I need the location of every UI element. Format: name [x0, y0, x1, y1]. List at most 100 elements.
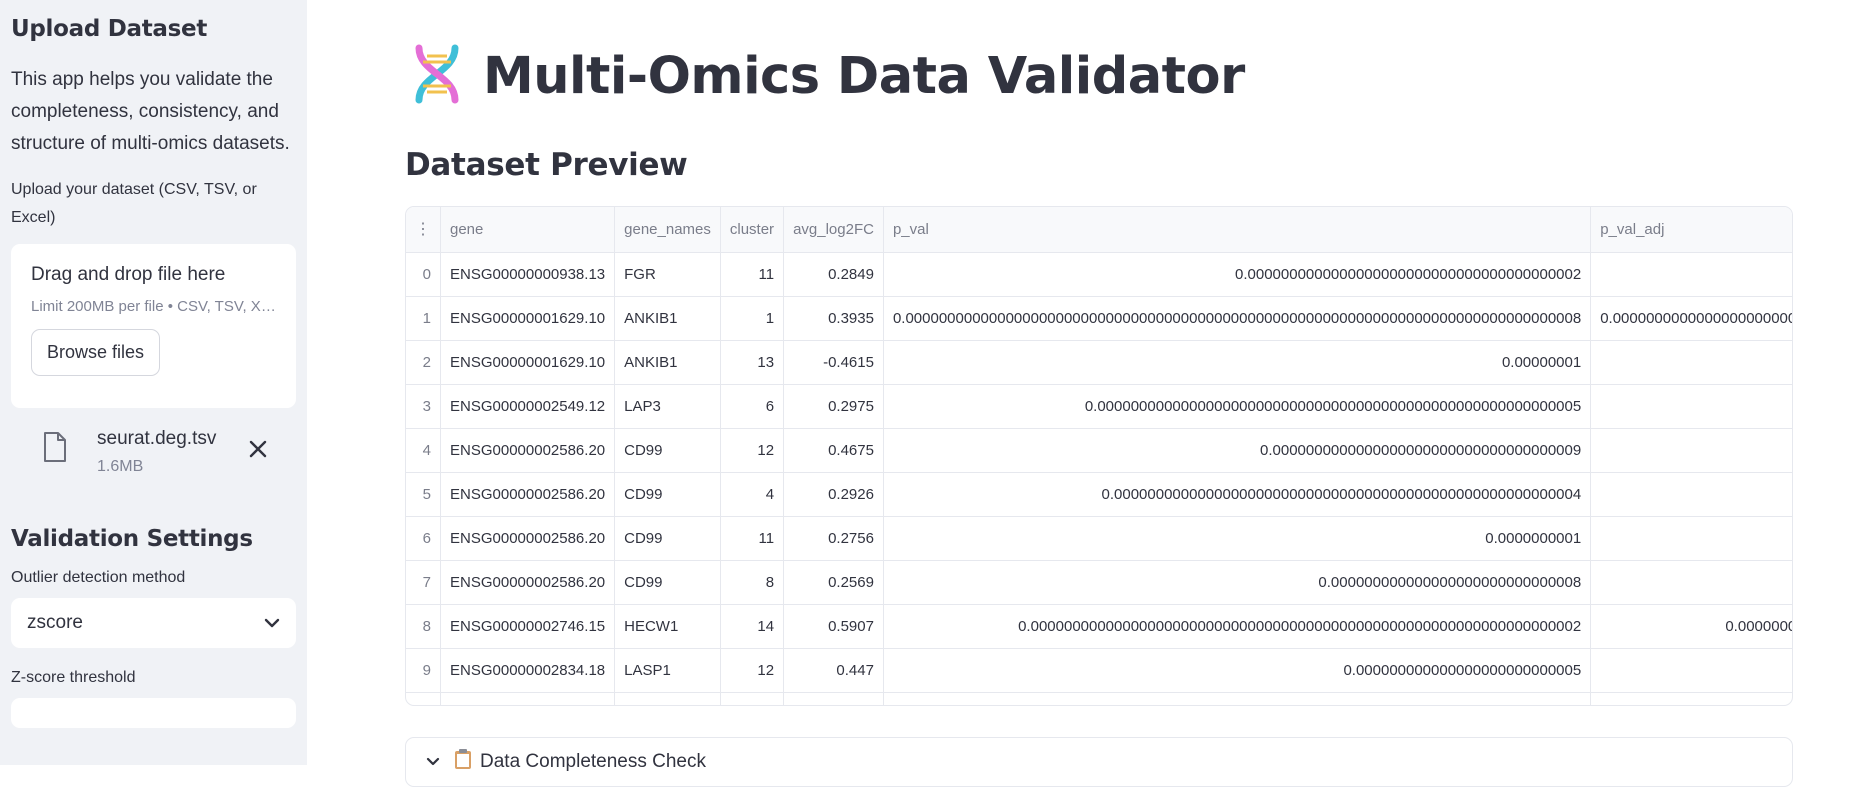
cell-cluster[interactable]: 12: [720, 648, 785, 693]
cell-gene[interactable]: ENSG00000001629.10: [440, 340, 616, 385]
dataset-preview-table[interactable]: ⋮ gene gene_names cluster avg_log2FC p_v…: [405, 206, 1793, 706]
cell-p-val-adj[interactable]: 0.00000000000000000000000000000000000000…: [1590, 252, 1792, 297]
expander-label: Data Completeness Check: [480, 751, 706, 772]
cell-p-val-adj[interactable]: 0.0000000001: [1590, 516, 1792, 561]
cell-cluster[interactable]: 13: [720, 340, 785, 385]
file-dropzone[interactable]: Drag and drop file here Limit 200MB per …: [11, 244, 296, 408]
cell-avg-log2FC[interactable]: 0.3935: [783, 296, 884, 341]
table-row[interactable]: 9 ENSG00000002834.18 LASP1 12 0.447 0.0000000…: [406, 648, 1792, 693]
table-row[interactable]: 6 ENSG00000002586.20 CD99 11 0.2756 0.0000000…: [406, 516, 1792, 561]
cell-gene[interactable]: ENSG00000002746.15: [440, 604, 616, 649]
cell-p-val[interactable]: 0.000000000000000000000000005: [883, 648, 1592, 693]
cell-gene-names[interactable]: ANKIB1: [614, 340, 721, 385]
cell-cluster[interactable]: 8: [720, 560, 785, 605]
cell-gene[interactable]: ENSG00000002586.20: [440, 428, 616, 473]
cell-empty: [614, 692, 721, 705]
cell-gene[interactable]: ENSG00000002586.20: [440, 560, 616, 605]
cell-p-val-adj[interactable]: 0.00000001: [1590, 340, 1792, 385]
cell-gene-names[interactable]: LASP1: [614, 648, 721, 693]
column-header[interactable]: cluster: [720, 207, 785, 253]
cell-p-val[interactable]: 0.00000001: [883, 340, 1592, 385]
table-row[interactable]: 2 ENSG00000001629.10 ANKIB1 13 -0.4615 0.0000…: [406, 340, 1792, 385]
cell-avg-log2FC[interactable]: 0.2975: [783, 384, 884, 429]
column-header[interactable]: p_val: [883, 207, 1592, 253]
cell-p-val[interactable]: 0.00000000000000000000000000000000000000…: [883, 384, 1592, 429]
zscore-threshold-input[interactable]: [11, 698, 296, 728]
chevron-down-icon: [426, 751, 440, 773]
file-name: seurat.deg.tsv: [97, 428, 217, 449]
row-index: 9: [406, 648, 441, 693]
outlier-label: Outlier detection method: [11, 569, 186, 586]
cell-p-val-adj[interactable]: 0.00000000000000000000000000000000000000…: [1590, 472, 1792, 517]
browse-files-button[interactable]: Browse files: [31, 329, 161, 376]
cell-gene-names[interactable]: FGR: [614, 252, 721, 297]
outlier-method-select[interactable]: zscore: [11, 598, 296, 648]
cell-avg-log2FC[interactable]: 0.2849: [783, 252, 884, 297]
close-icon[interactable]: [247, 438, 269, 465]
cell-gene-names[interactable]: LAP3: [614, 384, 721, 429]
cell-gene-names[interactable]: CD99: [614, 428, 721, 473]
cell-p-val[interactable]: 0.000000000000000000000000000008: [883, 560, 1592, 605]
cell-empty: [1590, 692, 1792, 705]
cell-cluster[interactable]: 12: [720, 428, 785, 473]
cell-cluster[interactable]: 14: [720, 604, 785, 649]
cell-avg-log2FC[interactable]: 0.2756: [783, 516, 884, 561]
cell-p-val[interactable]: 0.0000000001: [883, 516, 1592, 561]
cell-gene[interactable]: ENSG00000001629.10: [440, 296, 616, 341]
column-header[interactable]: avg_log2FC: [783, 207, 884, 253]
cell-p-val[interactable]: 0.0000000000000000000000000000000000009: [883, 428, 1592, 473]
cell-cluster[interactable]: 4: [720, 472, 785, 517]
cell-avg-log2FC[interactable]: 0.2926: [783, 472, 884, 517]
cell-avg-log2FC[interactable]: 0.4675: [783, 428, 884, 473]
cell-gene[interactable]: ENSG00000002549.12: [440, 384, 616, 429]
file-icon: [43, 432, 67, 467]
cell-p-val-adj[interactable]: 0.00000000000000000000000000000000000000…: [1590, 604, 1792, 649]
cell-p-val[interactable]: 0.00000000000000000000000000000000000000…: [883, 604, 1592, 649]
column-header[interactable]: p_val_adj: [1590, 207, 1792, 253]
cell-gene[interactable]: ENSG00000002586.20: [440, 472, 616, 517]
uploaded-file: seurat.deg.tsv 1.6MB: [11, 422, 296, 492]
cell-gene-names[interactable]: ANKIB1: [614, 296, 721, 341]
page-title: Multi-Omics Data Validator: [483, 47, 1245, 106]
cell-avg-log2FC[interactable]: 0.5907: [783, 604, 884, 649]
cell-p-val-adj[interactable]: 0.0000000000000000000000000000000000009: [1590, 428, 1792, 473]
cell-cluster[interactable]: 11: [720, 252, 785, 297]
table-row[interactable]: 3 ENSG00000002549.12 LAP3 6 0.2975 0.00000000…: [406, 384, 1792, 429]
table-row[interactable]: 7 ENSG00000002586.20 CD99 8 0.2569 0.00000000…: [406, 560, 1792, 605]
cell-cluster[interactable]: 6: [720, 384, 785, 429]
table-row[interactable]: 5 ENSG00000002586.20 CD99 4 0.2926 0.00000000…: [406, 472, 1792, 517]
more-vertical-icon[interactable]: ⋮: [406, 207, 441, 253]
cell-gene-names[interactable]: CD99: [614, 516, 721, 561]
cell-gene[interactable]: ENSG00000000938.13: [440, 252, 616, 297]
cell-gene-names[interactable]: CD99: [614, 472, 721, 517]
cell-p-val-adj[interactable]: 0.000000000000000000000000000008: [1590, 560, 1792, 605]
cell-avg-log2FC[interactable]: 0.447: [783, 648, 884, 693]
cell-p-val[interactable]: 0.00000000000000000000000000000000000000…: [883, 472, 1592, 517]
cell-gene-names[interactable]: CD99: [614, 560, 721, 605]
table-row[interactable]: 8 ENSG00000002746.15 HECW1 14 0.5907 0.000000…: [406, 604, 1792, 649]
cell-p-val-adj[interactable]: 0.000000000000000000000000005: [1590, 648, 1792, 693]
data-completeness-expander[interactable]: Data Completeness Check: [405, 737, 1793, 787]
column-header[interactable]: gene_names: [614, 207, 721, 253]
main-content: Multi-Omics Data Validator Dataset Previ…: [307, 0, 1865, 787]
cell-gene[interactable]: ENSG00000002834.18: [440, 648, 616, 693]
row-index: 6: [406, 516, 441, 561]
file-size: 1.6MB: [97, 458, 144, 475]
table-row[interactable]: 0 ENSG00000000938.13 FGR 11 0.2849 0.00000000…: [406, 252, 1792, 297]
cell-avg-log2FC[interactable]: 0.2569: [783, 560, 884, 605]
row-index: 5: [406, 472, 441, 517]
cell-cluster[interactable]: 11: [720, 516, 785, 561]
cell-p-val-adj[interactable]: 0.00000000000000000000000000000000000000…: [1590, 384, 1792, 429]
cell-gene-names[interactable]: HECW1: [614, 604, 721, 649]
cell-gene[interactable]: ENSG00000002586.20: [440, 516, 616, 561]
outlier-method-value: zscore: [27, 612, 83, 633]
table-row[interactable]: 4 ENSG00000002586.20 CD99 12 0.4675 0.0000000…: [406, 428, 1792, 473]
table-row[interactable]: 1 ENSG00000001629.10 ANKIB1 1 0.3935 0.000000…: [406, 296, 1792, 341]
dropzone-title: Drag and drop file here: [31, 264, 226, 285]
cell-p-val[interactable]: 0.00000000000000000000000000000000000000…: [883, 296, 1592, 341]
column-header[interactable]: gene: [440, 207, 616, 253]
cell-cluster[interactable]: 1: [720, 296, 785, 341]
cell-p-val[interactable]: 0.00000000000000000000000000000000000000…: [883, 252, 1592, 297]
cell-avg-log2FC[interactable]: -0.4615: [783, 340, 884, 385]
cell-p-val-adj[interactable]: 0.00000000000000000000000000000000000000…: [1590, 296, 1792, 341]
